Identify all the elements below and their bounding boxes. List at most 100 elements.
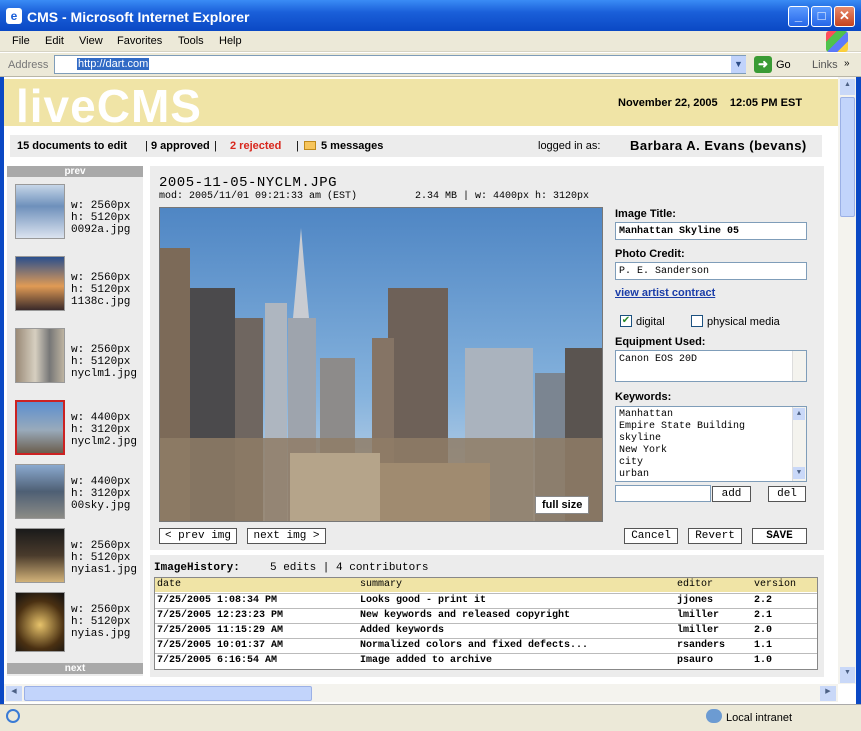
keyword-item[interactable]: Manhattan bbox=[619, 409, 803, 421]
chevron-right-icon[interactable]: » bbox=[844, 58, 850, 69]
thumbnail-sidebar: prev w: 2560px h: 5120px 0092a.jpg w: 2560… bbox=[7, 166, 143, 676]
menu-bar: File Edit View Favorites Tools Help bbox=[0, 31, 861, 52]
keyword-item[interactable]: urban bbox=[619, 469, 803, 481]
logged-in-label: logged in as: bbox=[538, 140, 601, 152]
artist-contract-link[interactable]: view artist contract bbox=[615, 287, 715, 299]
image-history-panel: ImageHistory: 5 edits | 4 contributors d… bbox=[150, 555, 824, 677]
envelope-icon[interactable] bbox=[304, 141, 316, 150]
doc-status-bar: 15 documents to edit | 9 approved | 2 re… bbox=[10, 135, 822, 157]
thumbnail-00sky[interactable] bbox=[15, 464, 65, 519]
image-preview[interactable]: full size bbox=[159, 207, 603, 522]
chevron-down-icon[interactable]: ▼ bbox=[793, 467, 805, 479]
revert-button[interactable]: Revert bbox=[688, 528, 742, 544]
horizontal-scroll-thumb[interactable] bbox=[24, 686, 312, 701]
next-thumbs-button[interactable]: next bbox=[7, 663, 143, 674]
to-edit-link[interactable]: 15 documents to edit bbox=[17, 140, 127, 152]
prev-thumbs-button[interactable]: prev bbox=[7, 166, 143, 177]
history-row[interactable]: 7/25/2005 10:01:37 AM Normalized colors a… bbox=[155, 638, 817, 653]
vertical-scroll-thumb[interactable] bbox=[840, 97, 855, 217]
equipment-label: Equipment Used: bbox=[615, 336, 706, 348]
scroll-right-icon[interactable]: ▶ bbox=[820, 686, 836, 701]
close-button[interactable]: ✕ bbox=[834, 6, 855, 27]
physical-media-checkbox[interactable] bbox=[691, 315, 703, 327]
history-row[interactable]: 7/25/2005 1:08:34 PM Looks good - print i… bbox=[155, 593, 817, 608]
address-label: Address bbox=[8, 59, 49, 71]
window-frame-right bbox=[856, 77, 861, 704]
add-keyword-button[interactable]: add bbox=[712, 486, 751, 502]
keywords-scrollbar[interactable]: ▲ ▼ bbox=[792, 407, 806, 481]
menu-help[interactable]: Help bbox=[219, 35, 242, 47]
thumbnail-nyias1[interactable] bbox=[15, 528, 65, 583]
col-version[interactable]: version bbox=[754, 579, 796, 590]
equipment-scrollbar[interactable] bbox=[792, 351, 806, 381]
image-editor-panel: 2005-11-05-NYCLM.JPG mod: 2005/11/01 09:… bbox=[150, 166, 824, 550]
new-keyword-input[interactable] bbox=[615, 485, 711, 502]
scroll-down-icon[interactable]: ▼ bbox=[840, 667, 855, 683]
image-title-input[interactable]: Manhattan Skyline 05 bbox=[615, 222, 807, 240]
scroll-left-icon[interactable]: ◀ bbox=[6, 686, 22, 701]
address-bar: Address http://dart.com ▼ ➜ Go Links » bbox=[0, 53, 861, 77]
equipment-value: Canon EOS 20D bbox=[619, 354, 698, 365]
chevron-down-icon[interactable]: ▼ bbox=[731, 56, 746, 73]
next-img-button[interactable]: next img > bbox=[247, 528, 326, 544]
keyword-item[interactable]: Empire State Building bbox=[619, 421, 803, 433]
chevron-up-icon[interactable]: ▲ bbox=[793, 408, 805, 420]
go-arrow-icon[interactable]: ➜ bbox=[754, 56, 772, 73]
cms-logo: liveCMS bbox=[16, 80, 202, 132]
cancel-button[interactable]: Cancel bbox=[624, 528, 678, 544]
messages-link[interactable]: 5 messages bbox=[321, 140, 383, 152]
save-button[interactable]: SAVE bbox=[752, 528, 807, 544]
col-summary[interactable]: summary bbox=[360, 579, 402, 590]
user-name: Barbara A. Evans (bevans) bbox=[630, 138, 807, 153]
menu-tools[interactable]: Tools bbox=[178, 35, 204, 47]
title-bar: CMS - Microsoft Internet Explorer bbox=[0, 0, 861, 31]
equipment-textarea[interactable]: Canon EOS 20D bbox=[615, 350, 807, 382]
address-input[interactable]: http://dart.com ▼ bbox=[54, 55, 746, 74]
keyword-item[interactable]: city bbox=[619, 457, 803, 469]
menu-edit[interactable]: Edit bbox=[45, 35, 64, 47]
history-title: ImageHistory: bbox=[154, 562, 240, 574]
full-size-button[interactable]: full size bbox=[535, 496, 590, 514]
maximize-button[interactable]: □ bbox=[811, 6, 832, 27]
menu-file[interactable]: File bbox=[12, 35, 30, 47]
delete-keyword-button[interactable]: del bbox=[768, 486, 806, 502]
approved-link[interactable]: 9 approved bbox=[151, 140, 210, 152]
intranet-icon bbox=[706, 709, 722, 723]
col-editor[interactable]: editor bbox=[677, 579, 713, 590]
keyword-item[interactable]: skyline bbox=[619, 433, 803, 445]
digital-checkbox[interactable]: ✔ bbox=[620, 315, 632, 327]
history-row[interactable]: 7/25/2005 12:23:23 PM New keywords and re… bbox=[155, 608, 817, 623]
history-table: date summary editor version 7/25/2005 1:… bbox=[154, 577, 818, 670]
prev-img-button[interactable]: < prev img bbox=[159, 528, 237, 544]
history-header-row: date summary editor version bbox=[155, 578, 817, 592]
zone-label: Local intranet bbox=[726, 712, 793, 724]
keywords-list[interactable]: Manhattan Empire State Building skyline … bbox=[615, 406, 807, 482]
scroll-up-icon[interactable]: ▲ bbox=[840, 79, 855, 95]
image-size: 2.34 MB | w: 4400px h: 3120px bbox=[415, 191, 590, 202]
minimize-button[interactable]: _ bbox=[788, 6, 809, 27]
thumbnail-nyclm1[interactable] bbox=[15, 328, 65, 383]
thumbnail-1138c[interactable] bbox=[15, 256, 65, 311]
thumbnail-nyclm2[interactable] bbox=[15, 400, 65, 455]
cms-header: liveCMS November 22, 2005 12:05 PM EST bbox=[4, 79, 838, 132]
rejected-link[interactable]: 2 rejected bbox=[230, 140, 281, 152]
image-title-label: Image Title: bbox=[615, 208, 676, 220]
page-content: liveCMS November 22, 2005 12:05 PM EST 1… bbox=[4, 77, 838, 684]
links-label[interactable]: Links bbox=[812, 59, 838, 71]
history-row[interactable]: 7/25/2005 6:16:54 AM Image added to archi… bbox=[155, 653, 817, 668]
thumbnail-nyias[interactable] bbox=[15, 592, 65, 652]
go-button[interactable]: Go bbox=[776, 59, 791, 71]
header-datetime: November 22, 2005 12:05 PM EST bbox=[618, 97, 803, 109]
history-row[interactable]: 7/25/2005 11:15:29 AM Added keywords lmill… bbox=[155, 623, 817, 638]
menu-favorites[interactable]: Favorites bbox=[117, 35, 162, 47]
keyword-item[interactable]: New York bbox=[619, 445, 803, 457]
physical-media-label: physical media bbox=[707, 316, 780, 328]
photo-credit-input[interactable]: P. E. Sanderson bbox=[615, 262, 807, 280]
page-status-icon bbox=[6, 709, 20, 723]
address-url[interactable]: http://dart.com bbox=[77, 58, 150, 70]
digital-label: digital bbox=[636, 316, 665, 328]
col-date[interactable]: date bbox=[157, 579, 181, 590]
menu-view[interactable]: View bbox=[79, 35, 103, 47]
thumbnail-0092a[interactable] bbox=[15, 184, 65, 239]
skyline-photo bbox=[160, 228, 602, 521]
